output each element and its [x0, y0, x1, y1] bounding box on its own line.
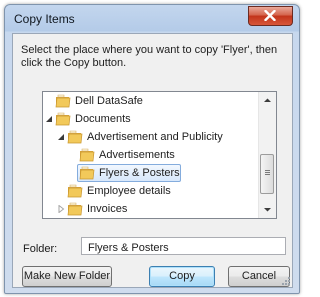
folder-icon — [79, 166, 95, 180]
tree-item-label: Advertisement and Publicity — [87, 131, 223, 143]
folder-icon — [67, 130, 83, 144]
tree-item-label: Documents — [75, 113, 131, 125]
folder-input[interactable] — [81, 237, 286, 255]
folder-field-label: Folder: — [23, 243, 58, 255]
scrollbar-thumb[interactable] — [260, 154, 274, 194]
close-button[interactable] — [248, 6, 293, 26]
tree-item-label: Invoices — [87, 203, 128, 215]
folder-tree[interactable]: Dell DataSafe Documents Advertisement and … — [42, 91, 277, 219]
resize-grip-icon[interactable] — [281, 276, 291, 286]
copy-items-dialog: Copy Items Select the place where you wa… — [4, 4, 300, 294]
make-new-folder-button[interactable]: Make New Folder — [22, 266, 112, 287]
tree-item[interactable]: Flyers & Posters — [43, 164, 259, 182]
folder-icon — [55, 112, 71, 126]
folder-icon — [55, 94, 71, 108]
copy-button[interactable]: Copy — [149, 266, 215, 287]
tree-item-label: Dell DataSafe — [75, 95, 143, 107]
tree-vertical-scrollbar[interactable] — [258, 92, 276, 218]
tree-item[interactable]: Dell DataSafe — [43, 92, 259, 110]
tree-item[interactable]: Advertisement and Publicity — [43, 128, 259, 146]
folder-icon — [67, 184, 83, 198]
tree-item[interactable]: Documents — [43, 110, 259, 128]
dialog-title: Copy Items — [14, 12, 75, 26]
scroll-down-arrow-icon[interactable] — [259, 201, 276, 218]
instruction-text: Select the place where you want to copy … — [21, 44, 278, 69]
tree-item-label: Employee details — [87, 185, 171, 197]
tree-item[interactable]: Employee details — [43, 182, 259, 200]
folder-tree-list: Dell DataSafe Documents Advertisement and … — [43, 92, 259, 218]
close-icon — [264, 10, 276, 21]
triangle-collapsed-icon[interactable] — [57, 205, 65, 213]
triangle-expanded-icon[interactable] — [45, 115, 53, 123]
triangle-expanded-icon[interactable] — [57, 133, 65, 141]
tree-item-label: Flyers & Posters — [99, 167, 180, 179]
scroll-up-arrow-icon[interactable] — [259, 92, 276, 109]
tree-item[interactable]: Invoices — [43, 200, 259, 218]
folder-icon — [67, 202, 83, 216]
title-bar[interactable]: Copy Items — [5, 5, 299, 31]
folder-icon — [79, 148, 95, 162]
dialog-body: Select the place where you want to copy … — [12, 33, 293, 288]
tree-item[interactable]: Advertisements — [43, 146, 259, 164]
tree-item-label: Advertisements — [99, 149, 175, 161]
